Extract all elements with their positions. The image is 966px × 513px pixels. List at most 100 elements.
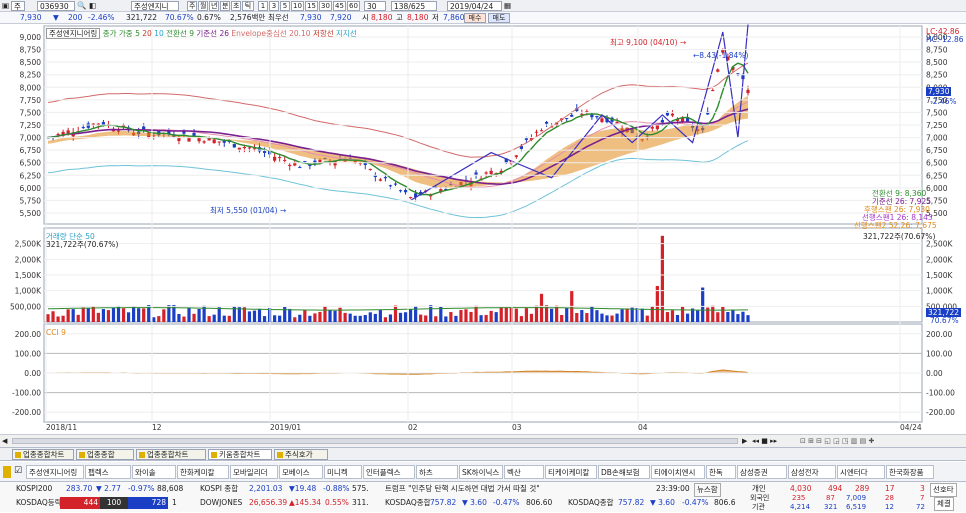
execution-button[interactable]: 체결: [934, 497, 954, 511]
volume-axis-label-right: 2,000K: [926, 255, 953, 264]
favorites-icon[interactable]: [3, 466, 11, 478]
tab-sector-summary[interactable]: 업종종합: [76, 449, 134, 460]
favorite-item[interactable]: 벡산: [504, 465, 544, 479]
favorite-item[interactable]: 시엔터다: [837, 465, 885, 479]
favorite-item[interactable]: 미니켁: [324, 465, 362, 479]
volume-bar: [91, 306, 95, 322]
save-icon[interactable]: ▣: [2, 1, 9, 11]
favorite-item[interactable]: 한국화장품: [886, 465, 934, 479]
period-tick[interactable]: 틱: [242, 1, 254, 11]
search-icon[interactable]: 🔍: [77, 1, 86, 11]
volume-bar: [273, 315, 277, 322]
chart-area[interactable]: 9,000 9,000 8,750 8,750 8,500 8,500 8,250 8,250…: [0, 24, 966, 434]
scroll-right-icon[interactable]: ▶: [742, 437, 749, 445]
favorite-item[interactable]: 모바일리더: [230, 465, 278, 479]
tab-label: 업종종합차트: [23, 450, 65, 459]
tab-stock-quote[interactable]: 주식호가: [274, 449, 328, 460]
volume-bar: [46, 314, 50, 322]
favorite-item[interactable]: DB손해보험: [598, 465, 650, 479]
volume-bar: [126, 312, 131, 322]
kosdaq-name[interactable]: KOSDAQ종합: [385, 497, 431, 509]
volume-bar: [549, 308, 554, 322]
ma5-legend: 종가 가중 5: [102, 29, 140, 38]
volume-axis-label-left: 1,500K: [15, 271, 42, 280]
minute-45[interactable]: 45: [333, 1, 346, 11]
tab-kiwoom-chart[interactable]: 키움종합차트: [208, 449, 272, 460]
cci-legend: CCI 9: [46, 328, 66, 337]
price-axis-label-left: 8,750: [20, 46, 42, 55]
scroll-left-icon[interactable]: ◀: [2, 437, 9, 445]
favorite-item[interactable]: 와이솔: [132, 465, 176, 479]
minute-15[interactable]: 15: [305, 1, 318, 11]
period-year[interactable]: 분: [220, 1, 230, 11]
news-box-button[interactable]: 뉴스함: [694, 483, 721, 497]
scroll-track[interactable]: [12, 438, 738, 444]
volume-axis-label-left: 2,000K: [15, 255, 42, 264]
volume-current-pct: 70.67%: [930, 316, 959, 325]
stock-code-input[interactable]: 036930: [37, 1, 75, 11]
chart-scrollbar[interactable]: ◀ ▶ ◂◂ ■ ▸▸ ⊡ ⊞ ⊟ ◱ ◲ ◳ ▥ ▤ ✚: [0, 434, 966, 447]
calendar-icon[interactable]: ▦: [504, 1, 511, 11]
favorite-item[interactable]: 하츠: [416, 465, 458, 479]
kospi200-name[interactable]: KOSPI200: [16, 483, 52, 495]
sell-button[interactable]: 매도: [488, 13, 510, 23]
tab-sector-chart[interactable]: 업종종합차트: [12, 449, 74, 460]
period-week[interactable]: 월: [198, 1, 208, 11]
volume-legend-value: 321,722주(70.67%): [46, 240, 119, 249]
minute-1[interactable]: 1: [258, 1, 268, 11]
count-input[interactable]: 30: [364, 1, 386, 11]
minute-3[interactable]: 3: [269, 1, 279, 11]
kosdaq-breadth-name[interactable]: KOSDAQ등락: [16, 497, 62, 509]
minute-5[interactable]: 5: [280, 1, 290, 11]
edit-icon[interactable]: ☑: [14, 466, 22, 476]
favorite-item[interactable]: 삼성증권: [737, 465, 787, 479]
volume-bar: [278, 315, 282, 322]
period-month[interactable]: 년: [209, 1, 219, 11]
favorite-item[interactable]: 한화케미칼: [177, 465, 229, 479]
minute-10[interactable]: 10: [291, 1, 304, 11]
kosdaq2-name[interactable]: KOSDAQ종합: [568, 497, 614, 509]
favorite-item[interactable]: SK하이닉스: [459, 465, 503, 479]
minute-30[interactable]: 30: [319, 1, 332, 11]
period-minute[interactable]: 초: [231, 1, 241, 11]
volume-bar: [449, 312, 453, 322]
price-axis-label-right: 7,000: [926, 134, 948, 143]
volume-bar: [711, 305, 715, 322]
volume-bar: [696, 310, 700, 322]
volume-bar: [162, 309, 166, 322]
dow-name[interactable]: DOWJONES: [200, 497, 242, 509]
favorite-item[interactable]: 한독: [706, 465, 736, 479]
kospi-name[interactable]: KOSPI 종합: [200, 483, 238, 495]
kospi-vol: 575.: [352, 484, 369, 493]
buy-button[interactable]: 매수: [464, 13, 486, 23]
favorite-item[interactable]: 티에이치엔시: [651, 465, 705, 479]
stock-name-field[interactable]: 주성엔지니: [131, 1, 179, 11]
chart-icon[interactable]: ◧: [89, 1, 96, 11]
stock-chart[interactable]: 9,000 9,0008,750 8,7508,500 8,5008,250 8,250…: [0, 24, 966, 434]
candle-body: [278, 157, 282, 159]
favorite-item[interactable]: 주성엔지니어링: [26, 465, 84, 479]
minute-60[interactable]: 60: [347, 1, 360, 11]
candle-body: [489, 170, 493, 175]
date-input[interactable]: 2019/04/24: [447, 1, 502, 11]
volume-right-value: 321,722주(70.67%): [863, 232, 936, 241]
volume-bar: [51, 311, 55, 322]
favorite-item[interactable]: 인터플렉스: [363, 465, 415, 479]
tab-sector-chart-2[interactable]: 업종종합차트: [136, 449, 206, 460]
cci-axis-label-right: -100.00: [926, 389, 955, 398]
volume-bar: [429, 305, 433, 322]
tab-icon: [277, 452, 283, 458]
date-axis-label: 12: [152, 423, 162, 432]
window-select[interactable]: 주: [11, 1, 25, 11]
favorite-item[interactable]: 티케이케미칼: [545, 465, 597, 479]
nav-buttons-icon[interactable]: ◂◂ ■ ▸▸: [752, 436, 792, 446]
favorite-item[interactable]: 삼성전자: [788, 465, 836, 479]
period-day[interactable]: 주: [187, 1, 197, 11]
preference-button[interactable]: 선호타: [930, 483, 957, 497]
favorite-item[interactable]: 펩렉스: [85, 465, 131, 479]
news-headline[interactable]: 트럼프 "민주당 탄핵 시도하면 대법 가서 따질 것": [385, 483, 540, 495]
range-field[interactable]: 138/625: [391, 1, 437, 11]
institution-value-2: 321: [824, 503, 838, 511]
favorite-item[interactable]: 모베이스: [279, 465, 323, 479]
zoom-buttons-icon[interactable]: ⊡ ⊞ ⊟ ◱ ◲ ◳ ▥ ▤ ✚: [800, 436, 960, 446]
